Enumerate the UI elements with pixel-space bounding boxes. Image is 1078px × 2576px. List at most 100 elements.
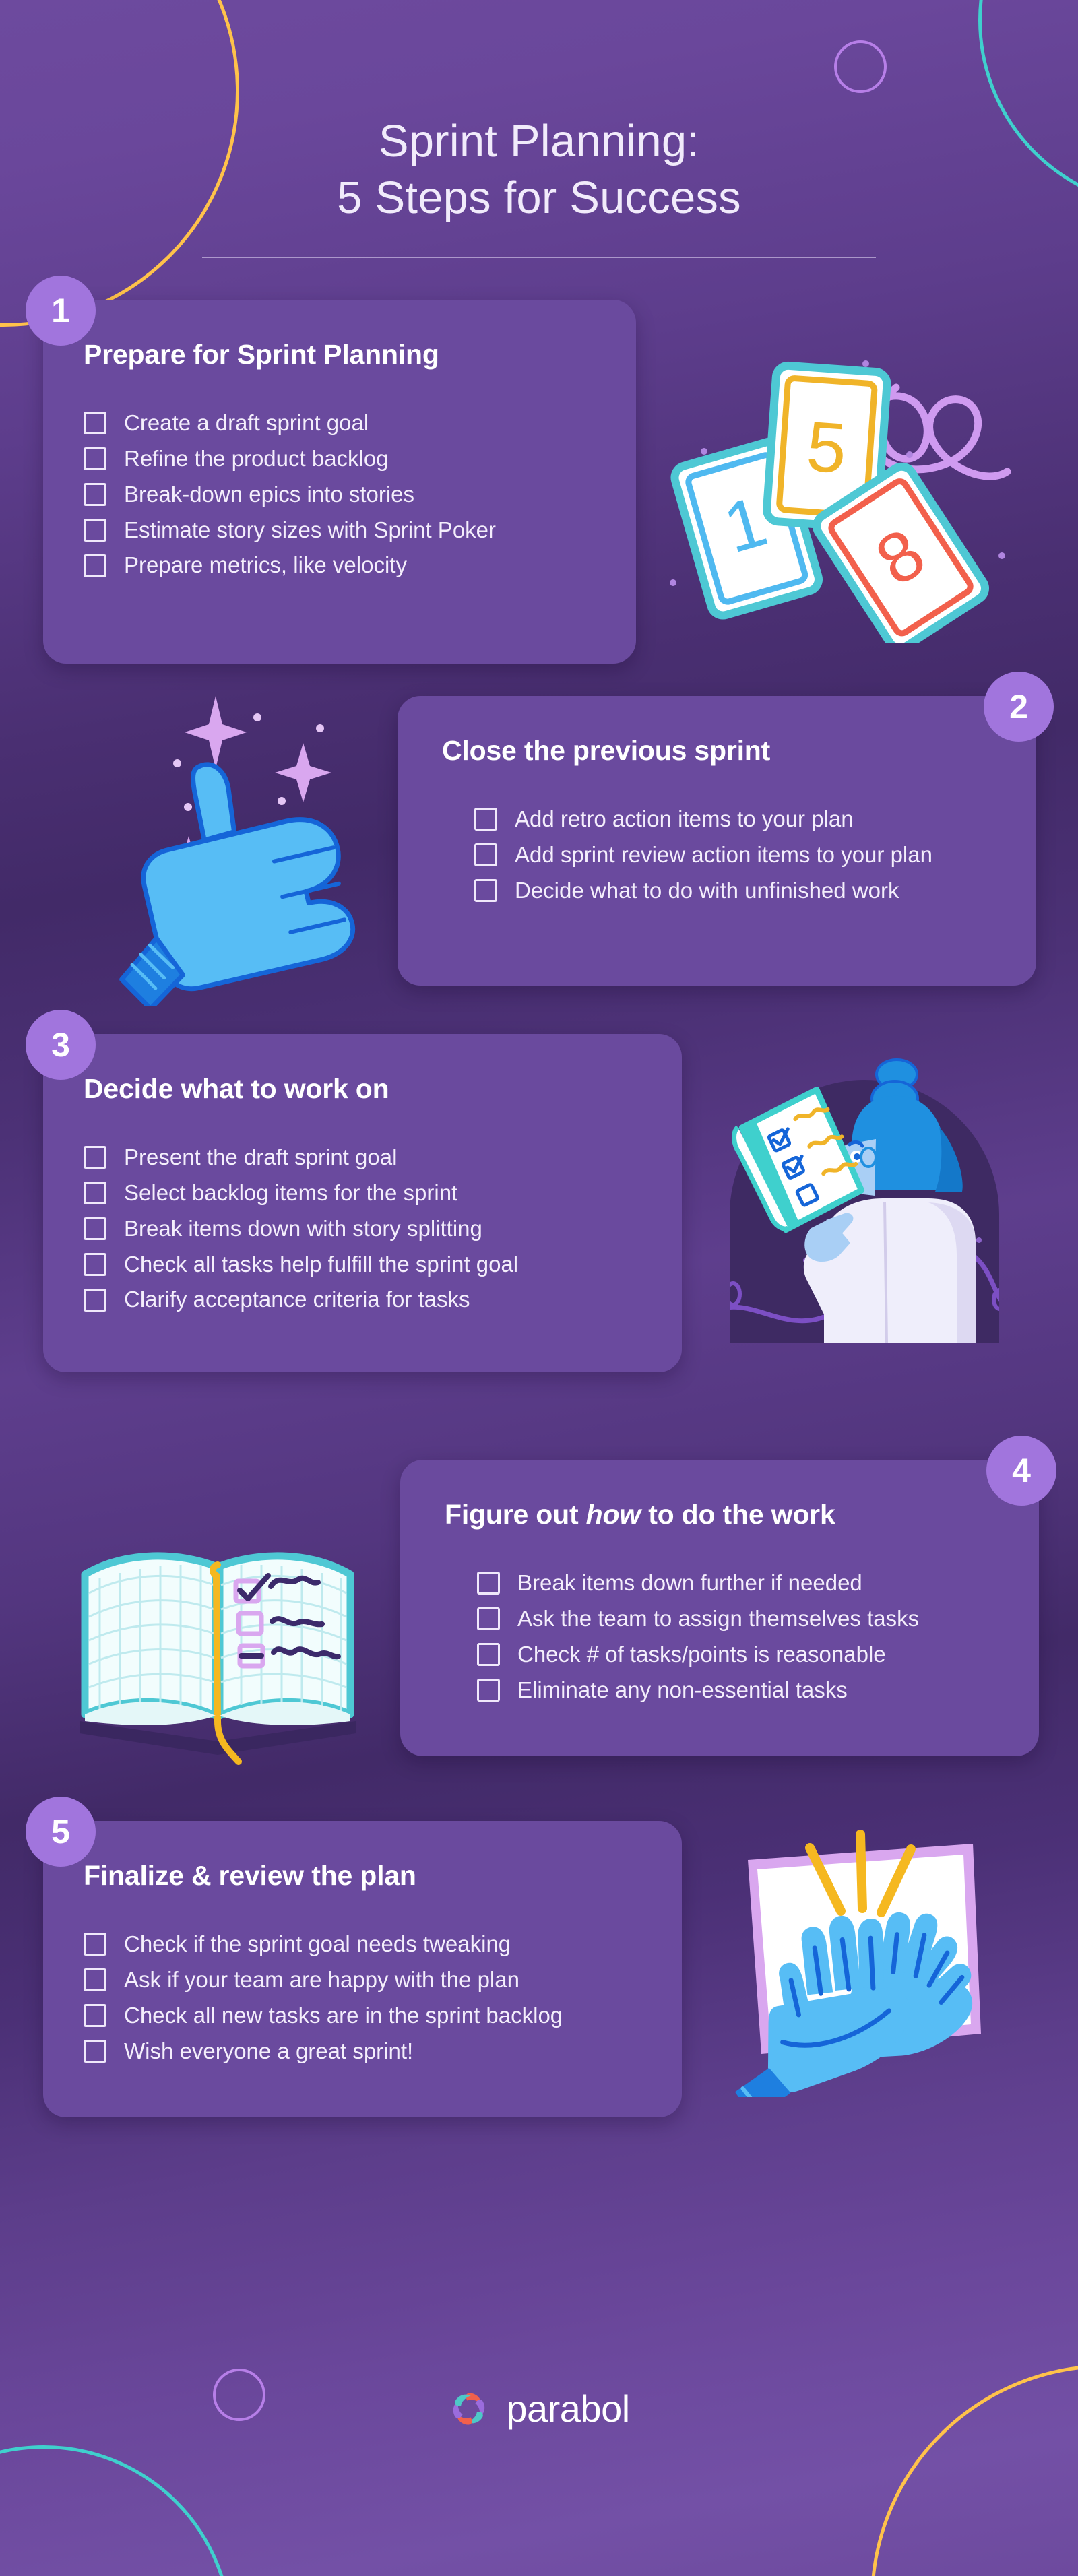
step-card-wrap-3: 3 Decide what to work on Present the dra…	[26, 1009, 682, 1372]
checkbox-icon[interactable]	[84, 412, 106, 435]
step-title-prefix: Figure out	[445, 1498, 586, 1530]
checklist-label: Ask if your team are happy with the plan	[124, 1966, 519, 1992]
list-item[interactable]: Select backlog items for the sprint	[84, 1180, 641, 1207]
checkbox-icon[interactable]	[474, 843, 497, 867]
checkbox-icon[interactable]	[84, 1288, 106, 1312]
checklist-label: Add sprint review action items to your p…	[515, 841, 932, 867]
decorative-ring-teal-bottom-left	[0, 2445, 232, 2576]
list-item[interactable]: Check all tasks help fulfill the sprint …	[84, 1251, 641, 1279]
step-checklist-3: Present the draft sprint goal Select bac…	[84, 1144, 641, 1314]
checklist-label: Check # of tasks/points is reasonable	[517, 1641, 886, 1667]
list-item[interactable]: Clarify acceptance criteria for tasks	[84, 1286, 641, 1314]
step-row-4: 4 Figure out how to do the work Break it…	[0, 1435, 1078, 1765]
checklist-label: Eliminate any non-essential tasks	[517, 1677, 848, 1702]
list-item[interactable]: Break items down further if needed	[477, 1570, 998, 1597]
step-card-wrap-4: 4 Figure out how to do the work Break it…	[400, 1435, 1056, 1756]
checkbox-icon[interactable]	[84, 1968, 106, 1992]
checklist-label: Present the draft sprint goal	[124, 1144, 398, 1169]
list-item[interactable]: Ask the team to assign themselves tasks	[477, 1605, 998, 1633]
checklist-label: Decide what to do with unfinished work	[515, 877, 899, 903]
step-number-badge-4: 4	[986, 1435, 1056, 1506]
infographic-poster: Sprint Planning: 5 Steps for Success 1 P…	[0, 0, 1078, 2576]
checkbox-icon[interactable]	[84, 1252, 106, 1276]
checkbox-icon[interactable]	[477, 1572, 500, 1595]
title-line-1: Sprint Planning:	[378, 116, 700, 166]
sprint-poker-cards-illustration: 1 5 8	[670, 360, 1011, 643]
list-item[interactable]: Add retro action items to your plan	[474, 806, 996, 833]
checkbox-icon[interactable]	[84, 1933, 106, 1956]
step-number-badge-5: 5	[26, 1796, 96, 1867]
checklist-label: Check all new tasks are in the sprint ba…	[124, 2002, 563, 2028]
parabol-pinwheel-icon	[453, 2393, 485, 2425]
list-item[interactable]: Break-down epics into stories	[84, 481, 596, 509]
step-title-3: Decide what to work on	[84, 1072, 389, 1104]
checkbox-icon[interactable]	[477, 1607, 500, 1631]
checkbox-icon[interactable]	[84, 447, 106, 471]
checkbox-icon[interactable]	[84, 1182, 106, 1205]
checkbox-icon[interactable]	[477, 1643, 500, 1667]
svg-text:5: 5	[804, 407, 848, 488]
list-item[interactable]: Check all new tasks are in the sprint ba…	[84, 2002, 641, 2030]
step-title-1: Prepare for Sprint Planning	[84, 338, 439, 370]
list-item[interactable]: Estimate story sizes with Sprint Poker	[84, 517, 596, 544]
checkbox-icon[interactable]	[84, 1217, 106, 1241]
checkbox-icon[interactable]	[474, 808, 497, 831]
checkbox-icon[interactable]	[477, 1678, 500, 1702]
checklist-label: Add retro action items to your plan	[515, 806, 854, 831]
checklist-label: Break items down further if needed	[517, 1570, 862, 1595]
list-item[interactable]: Check # of tasks/points is reasonable	[477, 1641, 998, 1669]
step-row-2: 2 Close the previous sprint Add retro ac…	[0, 671, 1078, 1006]
list-item[interactable]: Add sprint review action items to your p…	[474, 841, 996, 869]
list-item[interactable]: Ask if your team are happy with the plan	[84, 1966, 641, 1994]
step-checklist-1: Create a draft sprint goal Refine the pr…	[84, 410, 596, 580]
step-title-5: Finalize & review the plan	[84, 1859, 416, 1891]
list-item[interactable]: Break items down with story splitting	[84, 1215, 641, 1243]
step-card-wrap-2: 2 Close the previous sprint Add retro ac…	[398, 671, 1054, 986]
list-item[interactable]: Decide what to do with unfinished work	[474, 877, 996, 905]
step-number-badge-2: 2	[984, 671, 1054, 742]
checkbox-icon[interactable]	[84, 2039, 106, 2063]
checklist-label: Break items down with story splitting	[124, 1215, 482, 1241]
step-row-5: 5 Finalize & review the plan Check if th…	[0, 1796, 1078, 2117]
checklist-label: Refine the product backlog	[124, 445, 389, 471]
checkbox-icon[interactable]	[84, 2004, 106, 2028]
checkbox-icon[interactable]	[84, 483, 106, 507]
list-item[interactable]: Prepare metrics, like velocity	[84, 552, 596, 579]
step-card-wrap-1: 1 Prepare for Sprint Planning Create a d…	[26, 275, 636, 664]
step-number-badge-1: 1	[26, 275, 96, 346]
poster-header: Sprint Planning: 5 Steps for Success	[0, 0, 1078, 258]
step-row-3: 3 Decide what to work on Present the dra…	[0, 1009, 1078, 1372]
step-card-1: Prepare for Sprint Planning Create a dra…	[43, 299, 636, 664]
open-notebook-checklist-illustration	[80, 1552, 356, 1765]
step-card-wrap-5: 5 Finalize & review the plan Check if th…	[26, 1796, 682, 2117]
thumbs-up-illustration	[119, 695, 356, 1006]
list-item[interactable]: Present the draft sprint goal	[84, 1144, 641, 1171]
footer-brand: parabol	[0, 2388, 1078, 2430]
list-item[interactable]: Wish everyone a great sprint!	[84, 2038, 641, 2065]
step-card-5: Finalize & review the plan Check if the …	[43, 1820, 682, 2117]
list-item[interactable]: Check if the sprint goal needs tweaking	[84, 1931, 641, 1958]
step-title-suffix: to do the work	[641, 1498, 835, 1530]
step-checklist-2: Add retro action items to your plan Add …	[442, 806, 996, 905]
list-item[interactable]: Refine the product backlog	[84, 445, 596, 473]
step-number-badge-3: 3	[26, 1009, 96, 1080]
checkbox-icon[interactable]	[84, 554, 106, 577]
page-title: Sprint Planning: 5 Steps for Success	[0, 113, 1078, 227]
list-item[interactable]: Eliminate any non-essential tasks	[477, 1677, 998, 1704]
step-card-3: Decide what to work on Present the draft…	[43, 1033, 682, 1372]
title-line-2: 5 Steps for Success	[337, 172, 741, 224]
checkbox-icon[interactable]	[474, 879, 497, 903]
step-title-2: Close the previous sprint	[442, 734, 771, 766]
person-with-checklist-illustration	[730, 1058, 999, 1343]
checklist-label: Break-down epics into stories	[124, 481, 415, 507]
step-checklist-5: Check if the sprint goal needs tweaking …	[84, 1931, 641, 2065]
brand-name: parabol	[506, 2387, 630, 2430]
step-title-4: Figure out how to do the work	[445, 1499, 998, 1531]
checklist-label: Check all tasks help fulfill the sprint …	[124, 1251, 519, 1277]
list-item[interactable]: Create a draft sprint goal	[84, 410, 596, 437]
checklist-label: Check if the sprint goal needs tweaking	[124, 1931, 511, 1956]
checkbox-icon[interactable]	[84, 518, 106, 542]
step-card-2: Close the previous sprint Add retro acti…	[398, 695, 1036, 986]
checkbox-icon[interactable]	[84, 1146, 106, 1169]
checklist-label: Prepare metrics, like velocity	[124, 552, 407, 578]
